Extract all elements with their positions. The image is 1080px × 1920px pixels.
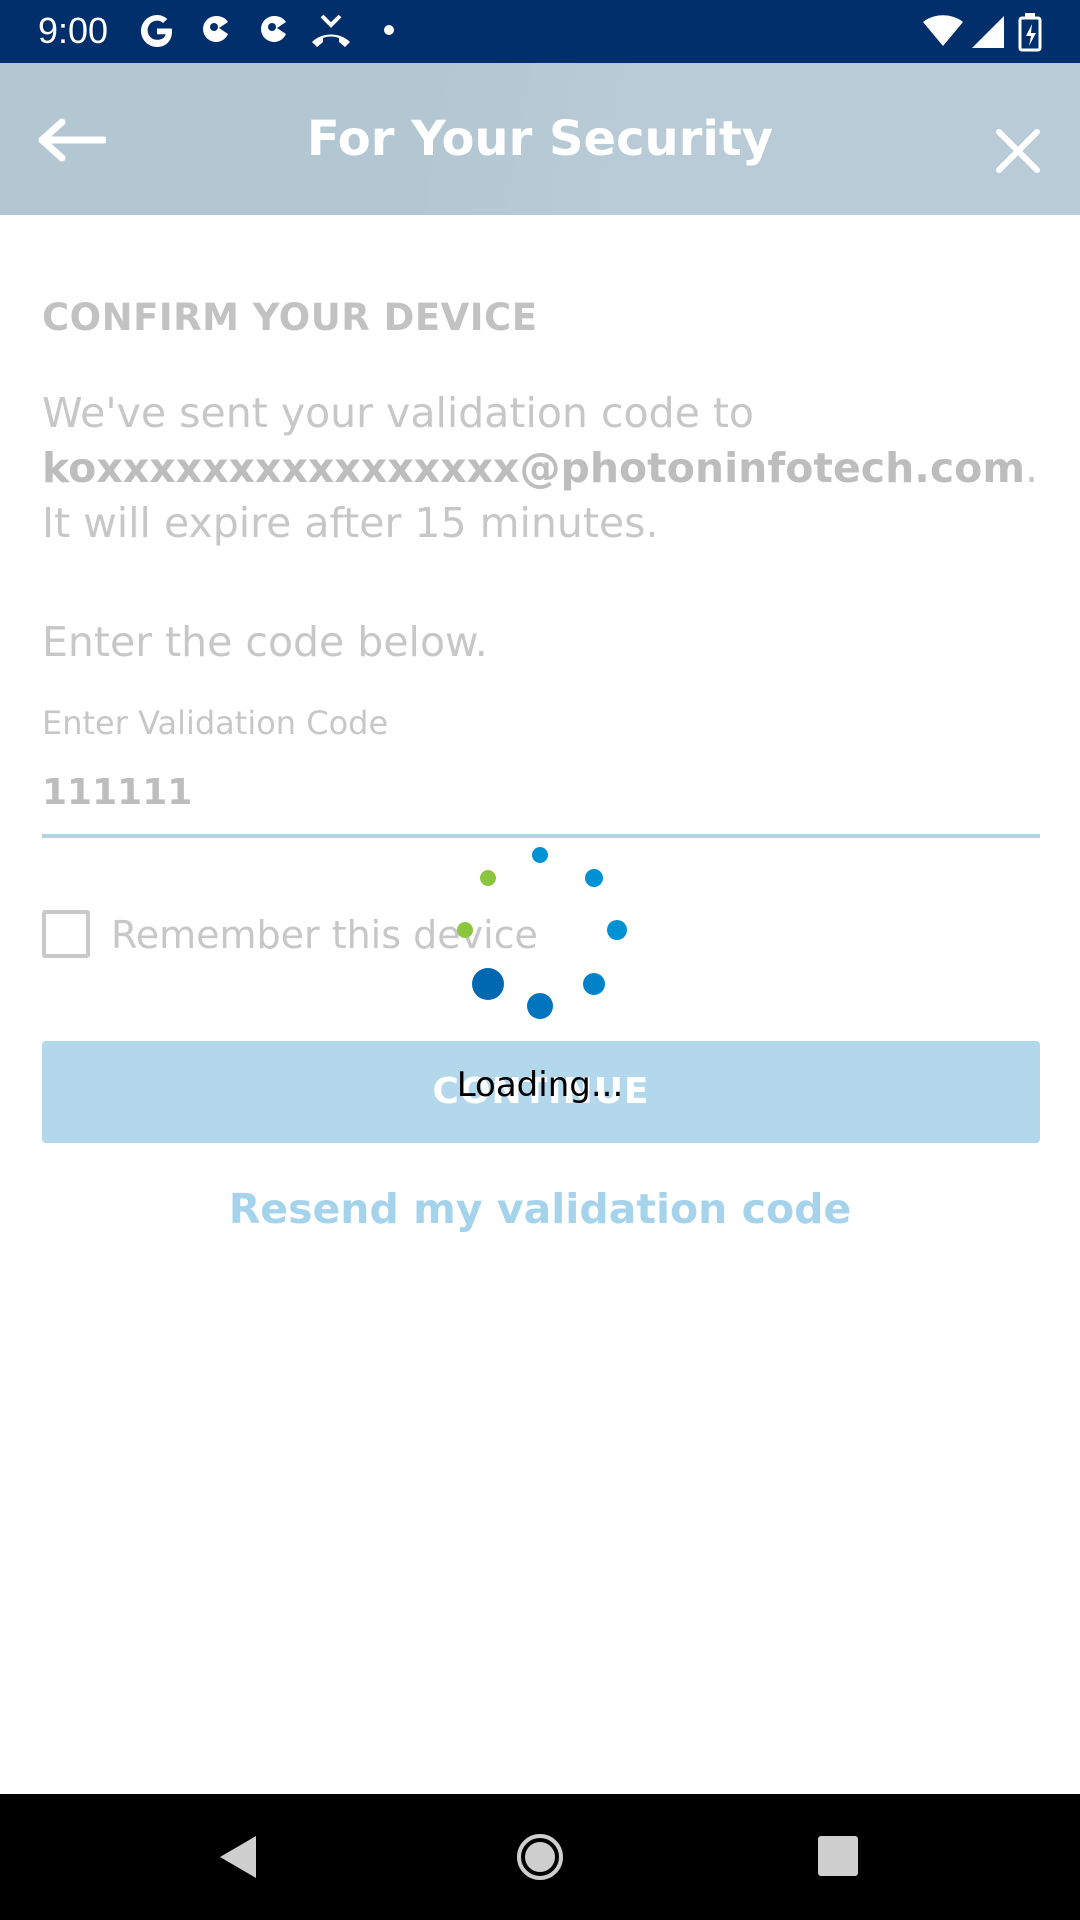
app-header: For Your Security bbox=[0, 63, 1080, 215]
info-prefix: We've sent your validation code to bbox=[42, 389, 755, 437]
back-arrow-icon[interactable] bbox=[38, 118, 106, 162]
spinner-dot bbox=[607, 920, 627, 940]
dot-icon bbox=[384, 25, 394, 35]
section-title: CONFIRM YOUR DEVICE bbox=[42, 296, 538, 339]
signal-icon bbox=[972, 16, 1004, 48]
remember-device-checkbox[interactable] bbox=[42, 910, 90, 958]
loading-spinner bbox=[457, 847, 627, 1019]
instruction-text: Enter the code below. bbox=[42, 618, 488, 666]
status-bar: 9:00 bbox=[0, 0, 1080, 63]
masked-email: koxxxxxxxxxxxxxxxx@photoninfotech.com bbox=[42, 444, 1026, 492]
loading-text: Loading... bbox=[456, 1065, 624, 1105]
spinner-dot bbox=[527, 993, 553, 1019]
notification-icon bbox=[203, 15, 228, 43]
notification-icon bbox=[261, 15, 286, 43]
back-icon[interactable] bbox=[216, 1832, 260, 1882]
spinner-dot bbox=[472, 968, 504, 1000]
recents-icon[interactable] bbox=[816, 1834, 860, 1878]
spinner-dot bbox=[532, 847, 548, 863]
battery-icon bbox=[1018, 13, 1042, 52]
close-icon[interactable] bbox=[994, 127, 1042, 175]
google-icon bbox=[141, 15, 172, 47]
validation-code-label: Enter Validation Code bbox=[42, 704, 389, 742]
spinner-dot bbox=[585, 869, 603, 887]
validation-code-input[interactable] bbox=[42, 750, 1040, 838]
system-nav-bar bbox=[0, 1794, 1080, 1920]
wifi-icon bbox=[923, 15, 963, 46]
validation-info-text: We've sent your validation code to koxxxx… bbox=[42, 386, 1038, 551]
spinner-dot bbox=[583, 973, 605, 995]
missed-call-icon bbox=[312, 14, 350, 47]
home-icon[interactable] bbox=[515, 1832, 565, 1882]
page-title: For Your Security bbox=[306, 111, 774, 167]
status-time: 9:00 bbox=[38, 10, 109, 51]
resend-code-link[interactable]: Resend my validation code bbox=[0, 1185, 1080, 1233]
remember-device-label: Remember this device bbox=[111, 913, 538, 957]
spinner-dot bbox=[480, 870, 496, 886]
